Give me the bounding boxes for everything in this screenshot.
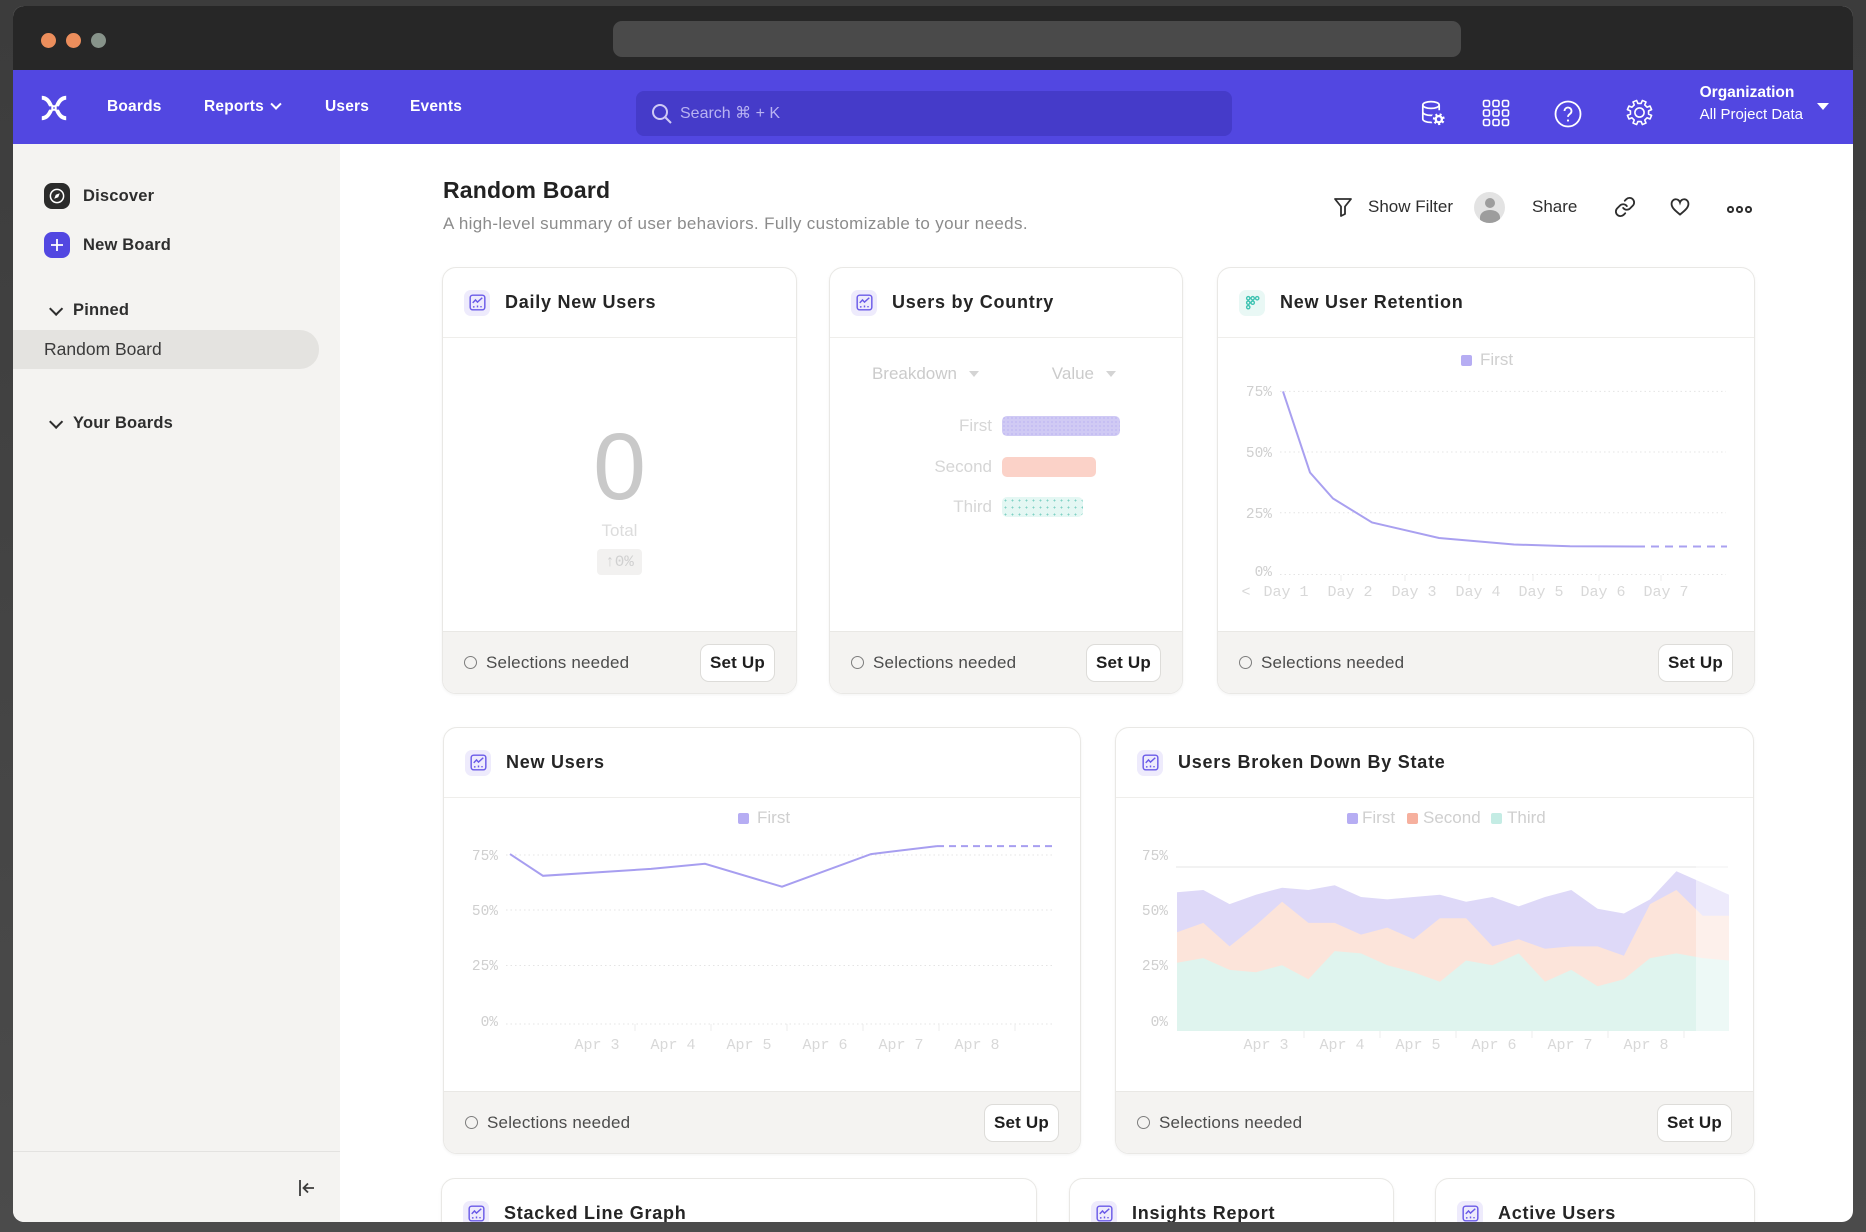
svg-text:Apr 7: Apr 7 — [878, 1037, 923, 1054]
svg-text:Apr 4: Apr 4 — [650, 1037, 695, 1054]
svg-text:75%: 75% — [1246, 385, 1272, 401]
svg-text:Apr 5: Apr 5 — [726, 1037, 771, 1054]
svg-text:Day 2: Day 2 — [1327, 584, 1372, 601]
svg-text:50%: 50% — [472, 904, 498, 920]
svg-text:Apr 6: Apr 6 — [1471, 1037, 1516, 1054]
svg-text:Apr 5: Apr 5 — [1395, 1037, 1440, 1054]
svg-text:25%: 25% — [1142, 959, 1168, 975]
svg-text:Day 3: Day 3 — [1391, 584, 1436, 601]
svg-text:Apr 7: Apr 7 — [1547, 1037, 1592, 1054]
svg-text:First: First — [1362, 808, 1395, 827]
svg-text:Day 6: Day 6 — [1580, 584, 1625, 601]
svg-text:Day 7: Day 7 — [1643, 584, 1688, 601]
svg-text:75%: 75% — [472, 849, 498, 865]
svg-text:Day 4: Day 4 — [1455, 584, 1500, 601]
svg-text:0%: 0% — [1255, 565, 1273, 581]
svg-text:75%: 75% — [1142, 849, 1168, 865]
svg-text:Second: Second — [1423, 808, 1481, 827]
svg-text:Day 5: Day 5 — [1518, 584, 1563, 601]
svg-text:Apr 8: Apr 8 — [1623, 1037, 1668, 1054]
svg-text:Third: Third — [1507, 808, 1546, 827]
svg-text:0%: 0% — [481, 1015, 499, 1031]
svg-text:Apr 8: Apr 8 — [954, 1037, 999, 1054]
svg-text:<: < — [1241, 584, 1250, 601]
svg-text:Apr 6: Apr 6 — [802, 1037, 847, 1054]
svg-text:25%: 25% — [1246, 507, 1272, 523]
svg-text:First: First — [1480, 350, 1513, 369]
svg-text:Apr 3: Apr 3 — [1243, 1037, 1288, 1054]
svg-text:0%: 0% — [1151, 1015, 1169, 1031]
svg-text:50%: 50% — [1142, 904, 1168, 920]
svg-text:25%: 25% — [472, 959, 498, 975]
svg-text:Day 1: Day 1 — [1263, 584, 1308, 601]
svg-text:50%: 50% — [1246, 446, 1272, 462]
svg-text:Apr 3: Apr 3 — [574, 1037, 619, 1054]
svg-text:First: First — [757, 808, 790, 827]
svg-text:Apr 4: Apr 4 — [1319, 1037, 1364, 1054]
